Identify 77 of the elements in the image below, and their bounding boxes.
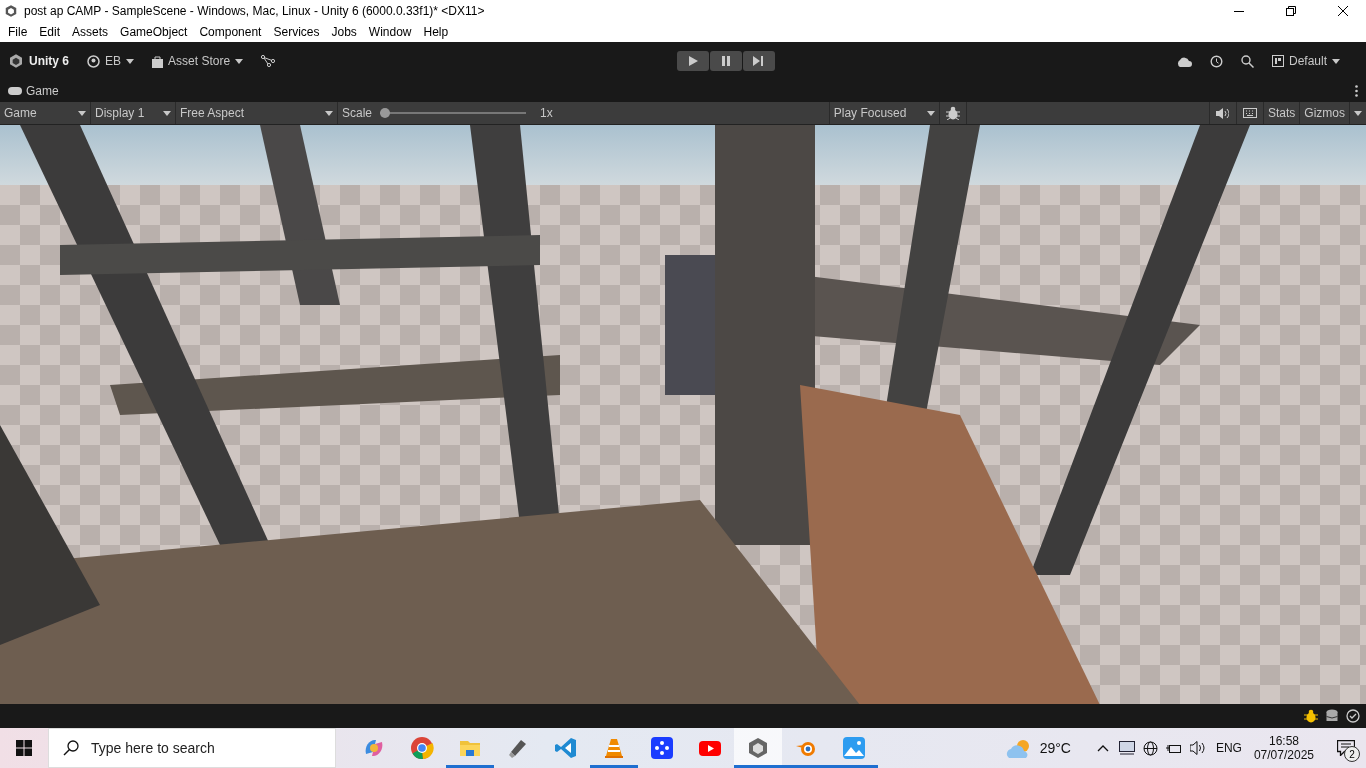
product-label: Unity 6 [29,54,69,68]
play-button[interactable] [676,51,709,71]
slider-thumb[interactable] [380,108,391,118]
language-indicator[interactable]: ENG [1215,741,1242,755]
gamepad-icon [8,87,22,95]
caret-icon [325,110,333,116]
caret-icon [926,110,935,116]
restore-icon [1286,6,1296,16]
pause-icon [721,56,730,66]
caret-icon [126,58,135,64]
graph-icon[interactable] [261,55,276,67]
menu-item[interactable]: File [2,25,34,39]
speaker-icon[interactable] [1189,741,1206,755]
menu-item[interactable]: Component [193,25,268,39]
database-icon[interactable] [1326,709,1338,723]
bag-icon [152,54,164,68]
menu-item[interactable]: Edit [33,25,67,39]
cube-icon [4,4,18,18]
globe-icon[interactable] [1142,740,1158,756]
gizmos-toggle[interactable]: Gizmos [1300,102,1350,124]
check-circle-icon[interactable] [1346,709,1360,723]
monitor-icon[interactable] [1118,741,1135,755]
cloud-icon[interactable] [1175,55,1192,67]
stats-toggle[interactable]: Stats [1263,102,1301,124]
app-icon [650,736,674,760]
bug-icon[interactable] [945,106,960,120]
play-icon [687,56,698,66]
account-dropdown[interactable]: EB [87,54,135,68]
temperature: 29°C [1039,740,1071,756]
caret-icon [163,110,171,116]
windows-icon [16,740,32,756]
search-bar[interactable]: Type here to search [48,728,336,768]
battery-icon[interactable] [1165,742,1182,754]
asset-store-dropdown[interactable]: Asset Store [152,54,244,68]
photos-icon [842,736,866,760]
user-icon [87,54,100,68]
menu-item[interactable]: Services [267,25,326,39]
speaker-icon[interactable] [1216,107,1230,119]
caret-icon [1332,58,1340,64]
chevron-up-icon[interactable] [1096,744,1109,752]
bug-icon[interactable] [1304,709,1318,723]
step-icon [753,56,764,66]
notification-count: 2 [1344,746,1360,762]
history-icon[interactable] [1209,54,1223,68]
caret-icon [1354,110,1362,116]
layout-icon [1271,55,1284,67]
notifications-button[interactable]: 2 [1326,728,1366,768]
chrome-icon [410,736,434,760]
taskbar-app[interactable] [734,728,782,768]
clock-time[interactable]: 16:58 [1268,734,1299,748]
scale-reading: 1x [539,105,554,122]
menu-item[interactable]: Jobs [325,25,363,39]
clock-date[interactable]: 07/07/2025 [1253,748,1314,762]
scale-label: Scale [341,105,374,122]
caret-icon [235,58,244,64]
menu-item[interactable]: GameObject [114,25,194,39]
weather-icon [1005,738,1032,758]
layout-dropdown[interactable]: Default [1271,54,1340,68]
menu-item[interactable]: Window [362,25,418,39]
code-editor-icon [554,736,578,760]
message-icon [1337,740,1355,756]
keyboard-icon[interactable] [1242,108,1257,118]
close-icon [1338,6,1348,16]
more-icon[interactable] [1355,85,1358,97]
game-tab[interactable]: Game [8,84,59,98]
step-button[interactable] [742,51,775,71]
menu-item[interactable]: Help [417,25,455,39]
search-icon[interactable] [1240,54,1254,68]
pause-button[interactable] [709,51,742,71]
window-title: post ap CAMP - SampleScene - Windows, Mac, Linux - Unity 6 (6000.0.33f1)* <DX11> [24,4,486,18]
search-icon [63,740,79,756]
caret-icon [78,110,86,116]
search-field[interactable]: Type here to search [89,739,313,757]
menu-item[interactable]: Assets [66,25,115,39]
cube-icon [746,736,770,760]
cube-icon [8,53,24,69]
traffic-cone-icon [602,736,626,760]
